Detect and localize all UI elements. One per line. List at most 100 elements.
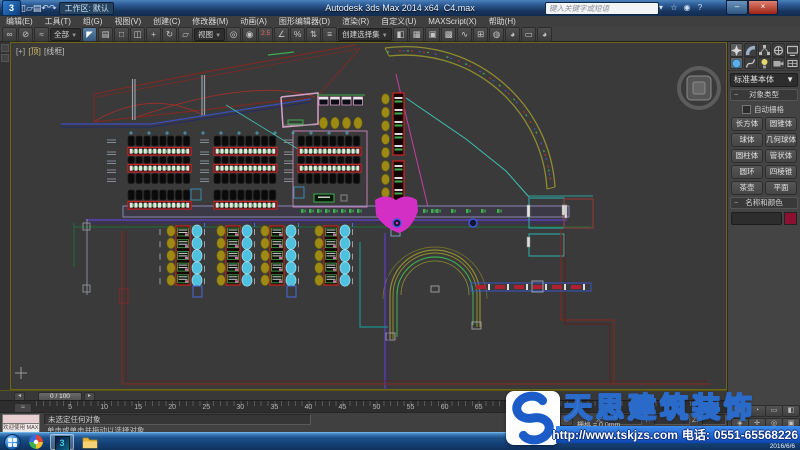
object-name-field[interactable] [731, 212, 782, 225]
menu-tools[interactable]: 工具(T) [39, 16, 77, 27]
viewport-menu-plus[interactable]: [+] [16, 47, 25, 56]
menu-maxscript[interactable]: MAXScript(X) [422, 16, 482, 27]
coord-y-field[interactable] [654, 414, 690, 425]
button-geosphere[interactable]: 几何球体 [765, 133, 797, 147]
favorites-icon[interactable]: ☆ [668, 2, 680, 14]
cat-cameras[interactable] [772, 57, 785, 69]
field-of-view-icon[interactable]: ◈ [731, 418, 749, 430]
menu-modifiers[interactable]: 修改器(M) [186, 16, 234, 27]
primitive-type-dropdown[interactable]: 标准基本体▼ [730, 73, 798, 87]
workspace-dropdown[interactable]: 工作区: 默认 [59, 2, 113, 15]
align-icon[interactable]: ▦ [409, 27, 424, 42]
undo-icon[interactable]: ↶ [41, 3, 49, 13]
select-and-scale-icon[interactable]: ▱ [178, 27, 193, 42]
button-sphere[interactable]: 球体 [731, 133, 763, 147]
named-selection-sets-icon[interactable]: ≡ [322, 27, 337, 42]
viewport-shading-label[interactable]: [线框] [44, 47, 64, 56]
viewport-view-label[interactable]: [顶] [28, 47, 40, 56]
application-menu-button[interactable]: 3 [2, 0, 21, 16]
window-crossing-toggle-icon[interactable]: ◫ [130, 27, 145, 42]
render-production-icon[interactable]: ◕ [537, 27, 552, 42]
zoom-extents-icon[interactable]: ▭ [765, 405, 783, 417]
viewport-layout-tab[interactable] [1, 44, 9, 52]
unlink-selection-icon[interactable]: ⊘ [18, 27, 33, 42]
open-file-icon[interactable]: ▱ [26, 3, 33, 13]
autogrid-checkbox[interactable] [742, 105, 751, 114]
select-and-move-icon[interactable]: + [146, 27, 161, 42]
selection-filter-dropdown[interactable]: 全部 ▼ [50, 28, 81, 41]
angle-snap-icon[interactable]: ∠ [274, 27, 289, 42]
zoom-region-icon[interactable]: ◧ [782, 405, 800, 417]
zoom-all-icon[interactable]: ◔ [748, 405, 766, 417]
menu-group[interactable]: 组(G) [77, 16, 109, 27]
search-dropdown-icon[interactable]: ▾ [655, 2, 667, 14]
coord-z-field[interactable] [702, 414, 726, 425]
select-and-link-icon[interactable]: ∞ [2, 27, 17, 42]
menu-help[interactable]: 帮助(H) [483, 16, 522, 27]
3dsmax-taskbar-icon[interactable]: 3 [50, 434, 74, 450]
bind-to-space-warp-icon[interactable]: ≈ [34, 27, 49, 42]
button-cylinder[interactable]: 圆柱体 [731, 149, 763, 163]
object-type-rollout[interactable]: −对象类型 [730, 89, 798, 101]
zoom-icon[interactable]: ⊕ [731, 405, 749, 417]
tab-motion[interactable] [772, 43, 785, 57]
pan-icon[interactable]: ✛ [748, 418, 766, 430]
snaps-toggle-icon[interactable]: 2.5 [258, 27, 273, 42]
ribbon-toggle-icon[interactable]: ▩ [441, 27, 456, 42]
help-icon[interactable]: ? [694, 2, 706, 14]
menu-create[interactable]: 创建(C) [147, 16, 186, 27]
close-button[interactable]: × [748, 0, 778, 15]
menu-rendering[interactable]: 渲染(R) [336, 16, 375, 27]
maximize-viewport-icon[interactable]: ▣ [782, 418, 800, 430]
rectangular-selection-region-icon[interactable]: □ [114, 27, 129, 42]
reference-coordinate-dropdown[interactable]: 视图 ▼ [194, 28, 225, 41]
minimize-button[interactable]: – [726, 0, 748, 15]
menu-animation[interactable]: 动画(A) [234, 16, 273, 27]
button-tube[interactable]: 管状体 [765, 149, 797, 163]
menu-edit[interactable]: 编辑(E) [0, 16, 39, 27]
use-pivot-center-icon[interactable]: ◎ [226, 27, 241, 42]
button-plane[interactable]: 平面 [765, 181, 797, 195]
tab-hierarchy[interactable] [758, 43, 771, 57]
cat-lights[interactable] [758, 57, 771, 69]
menu-graph-editors[interactable]: 图形编辑器(D) [273, 16, 336, 27]
object-color-swatch[interactable] [784, 212, 797, 225]
tab-display[interactable] [786, 43, 799, 57]
sign-in-icon[interactable]: ◉ [681, 2, 693, 14]
orbit-icon[interactable]: ◎ [765, 418, 783, 430]
rendered-frame-icon[interactable]: ▭ [521, 27, 536, 42]
button-torus[interactable]: 圆环 [731, 165, 763, 179]
tab-modify[interactable] [744, 43, 757, 57]
select-and-rotate-icon[interactable]: ↻ [162, 27, 177, 42]
mirror-icon[interactable]: ◧ [393, 27, 408, 42]
material-editor-icon[interactable]: ◍ [489, 27, 504, 42]
named-selection-dropdown[interactable]: 创建选择集 ▼ [338, 28, 392, 41]
tab-create[interactable] [730, 43, 743, 57]
browser-icon[interactable] [24, 434, 48, 450]
select-object-icon[interactable]: ◤ [82, 27, 97, 42]
menu-views[interactable]: 视图(V) [108, 16, 147, 27]
menu-customize[interactable]: 自定义(U) [375, 16, 422, 27]
cat-geometry[interactable] [730, 57, 743, 69]
button-box[interactable]: 长方体 [731, 117, 763, 131]
viewport-label[interactable]: [+] [顶] [线框] [16, 46, 66, 57]
select-by-name-icon[interactable]: ▤ [98, 27, 113, 42]
render-setup-icon[interactable]: ◕ [505, 27, 520, 42]
top-viewport[interactable]: [+] [顶] [线框] [10, 42, 727, 390]
cat-shapes[interactable] [744, 57, 757, 69]
isolate-selection-icon[interactable]: ◎ [560, 414, 573, 426]
name-color-rollout[interactable]: −名称和颜色 [730, 197, 798, 209]
folder-icon[interactable] [78, 434, 102, 450]
button-pyramid[interactable]: 四棱锥 [765, 165, 797, 179]
start-button[interactable] [4, 434, 21, 450]
percent-snap-icon[interactable]: % [290, 27, 305, 42]
cat-helpers[interactable] [786, 57, 799, 69]
spinner-snap-icon[interactable]: ⇅ [306, 27, 321, 42]
layer-manager-icon[interactable]: ▣ [425, 27, 440, 42]
curve-editor-icon[interactable]: ∿ [457, 27, 472, 42]
button-teapot[interactable]: 茶壶 [731, 181, 763, 195]
redo-icon[interactable]: ↷ [49, 3, 57, 13]
button-cone[interactable]: 圆锥体 [765, 117, 797, 131]
schematic-view-icon[interactable]: ⊞ [473, 27, 488, 42]
search-input[interactable]: 键入关键字或短语 [545, 2, 659, 15]
